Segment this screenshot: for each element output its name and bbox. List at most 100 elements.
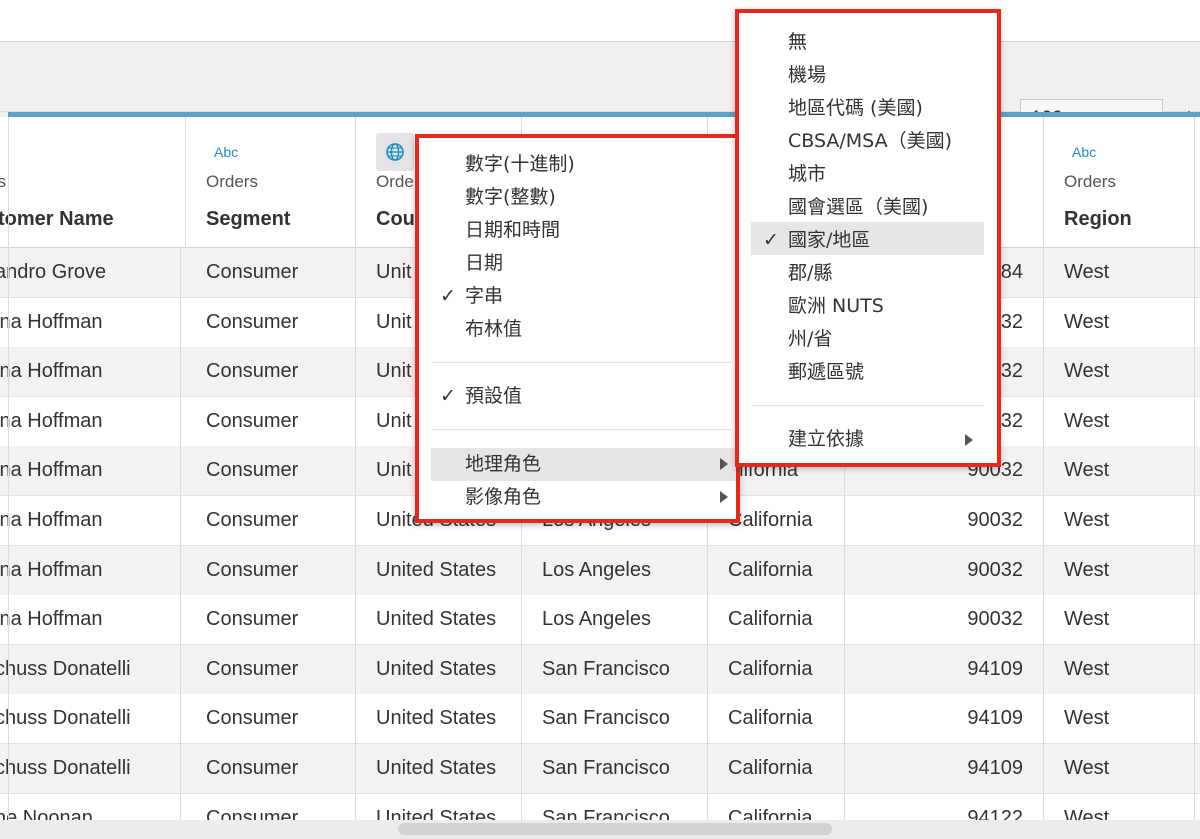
cell-customer-name[interactable]: chuss Donatelli <box>0 744 181 794</box>
cell-region[interactable]: West <box>1044 694 1195 745</box>
string-type-icon[interactable]: Abc <box>1072 144 1096 160</box>
menu-item-label: 日期和時間 <box>465 219 561 241</box>
menu-item-geo-role[interactable]: 機場 <box>788 59 826 91</box>
cell-country[interactable]: United States <box>356 694 522 745</box>
cell-state[interactable]: California <box>708 644 845 695</box>
cell-customer-name[interactable]: ina Hoffman <box>0 545 181 596</box>
cell-segment[interactable]: Consumer <box>186 595 356 646</box>
cell-customer-name[interactable]: chuss Donatelli <box>0 694 181 745</box>
cell-city[interactable]: Los Angeles <box>522 595 708 646</box>
cell-country[interactable]: United States <box>356 644 522 695</box>
menu-item-geo-role[interactable]: 州/省 <box>788 323 832 355</box>
cell-city[interactable]: San Francisco <box>522 744 708 794</box>
menu-item-geo-role[interactable]: 地區代碼 (美國) <box>788 92 923 124</box>
menu-item-label: 國會選區（美國) <box>788 196 929 218</box>
cell-postal-code[interactable]: 90032 <box>845 545 1044 596</box>
globe-icon[interactable] <box>376 133 414 171</box>
check-icon: ✓ <box>440 285 456 307</box>
menu-item-geo-role[interactable]: 歐洲 NUTS <box>788 290 884 322</box>
cell-region[interactable]: West <box>1044 545 1195 596</box>
cell-segment[interactable]: Consumer <box>186 347 356 398</box>
cell-city[interactable]: Los Angeles <box>522 545 708 596</box>
menu-item-geo-role[interactable]: CBSA/MSA（美國) <box>788 125 952 157</box>
table-row[interactable]: chuss Donatelli Consumer United States San … <box>0 744 1200 794</box>
cell-city[interactable]: San Francisco <box>522 694 708 745</box>
menu-item-label: 歐洲 NUTS <box>788 295 884 317</box>
table-row[interactable]: ina HoffmanConsumerUnited StatesLos Ange… <box>0 545 1200 596</box>
menu-item-geo-role[interactable]: 郵遞區號 <box>788 356 864 388</box>
column-header-region[interactable]: Abc Orders Region <box>1044 117 1195 248</box>
menu-item-data-type[interactable]: 數字(十進制) <box>465 148 575 180</box>
cell-region[interactable]: West <box>1044 347 1195 398</box>
cell-region[interactable]: West <box>1044 446 1195 497</box>
cell-country[interactable]: United States <box>356 744 522 794</box>
table-row[interactable]: chuss Donatelli Consumer United States San … <box>0 694 1200 745</box>
cell-customer-name[interactable]: ina Hoffman <box>0 446 181 497</box>
cell-customer-name[interactable]: ina Hoffman <box>0 297 181 348</box>
column-header-customer-name[interactable]: rs tomer Name <box>0 117 186 248</box>
cell-region[interactable]: West <box>1044 248 1195 298</box>
cell-postal-code[interactable]: 94109 <box>845 744 1044 794</box>
cell-segment[interactable]: Consumer <box>186 545 356 596</box>
cell-region[interactable]: West <box>1044 595 1195 646</box>
menu-item-data-type[interactable]: ✓ 字串 <box>440 280 503 312</box>
cell-customer-name[interactable]: ina Hoffman <box>0 496 181 546</box>
top-bar <box>0 0 1200 42</box>
menu-item-geo-role[interactable]: ✓ 國家/地區 <box>763 224 870 256</box>
cell-segment[interactable]: Consumer <box>186 297 356 348</box>
cell-city[interactable]: San Francisco <box>522 644 708 695</box>
cell-segment[interactable]: Consumer <box>186 446 356 497</box>
menu-item-image-role[interactable]: 影像角色 <box>465 481 541 513</box>
cell-region[interactable]: West <box>1044 496 1195 546</box>
cell-state[interactable]: California <box>708 694 845 745</box>
table-row[interactable]: chuss Donatelli Consumer United States San … <box>0 644 1200 695</box>
cell-region[interactable]: West <box>1044 744 1195 794</box>
cell-region[interactable]: West <box>1044 297 1195 348</box>
menu-item-label: 數字(十進制) <box>465 153 575 175</box>
cell-region[interactable]: West <box>1044 396 1195 447</box>
cell-segment[interactable]: Consumer <box>186 396 356 447</box>
cell-postal-code[interactable]: 90032 <box>845 496 1044 546</box>
column-header-segment[interactable]: Abc Orders Segment <box>186 117 356 248</box>
cell-customer-name[interactable]: ina Hoffman <box>0 595 181 646</box>
cell-customer-name[interactable]: chuss Donatelli <box>0 644 181 695</box>
cell-country[interactable]: United States <box>356 595 522 646</box>
column-name: Cou <box>376 208 415 230</box>
column-source: Orde <box>376 172 414 191</box>
cell-segment[interactable]: Consumer <box>186 248 356 298</box>
menu-item-data-type[interactable]: 日期 <box>465 247 503 279</box>
cell-postal-code[interactable]: 94109 <box>845 644 1044 695</box>
cell-region[interactable]: West <box>1044 644 1195 695</box>
menu-item-create-from[interactable]: 建立依據 <box>788 423 864 455</box>
menu-item-label: CBSA/MSA（美國) <box>788 130 952 152</box>
menu-item-geo-role[interactable]: 無 <box>788 26 807 58</box>
cell-customer-name[interactable]: ina Hoffman <box>0 396 181 447</box>
cell-segment[interactable]: Consumer <box>186 694 356 745</box>
cell-segment[interactable]: Consumer <box>186 744 356 794</box>
menu-item-data-type[interactable]: 日期和時間 <box>465 214 560 246</box>
menu-item-data-type[interactable]: 布林值 <box>465 313 522 345</box>
menu-item-geographic-role[interactable]: 地理角色 <box>465 448 541 480</box>
cell-postal-code[interactable]: 94109 <box>845 694 1044 745</box>
cell-country[interactable]: United States <box>356 545 522 596</box>
cell-state[interactable]: California <box>708 744 845 794</box>
cell-customer-name[interactable]: ina Hoffman <box>0 347 181 398</box>
menu-item-label: 布林值 <box>465 318 523 340</box>
menu-item-data-type[interactable]: 數字(整數) <box>465 181 556 213</box>
horizontal-scrollbar[interactable] <box>0 820 1200 839</box>
cell-state[interactable]: California <box>708 545 845 596</box>
cell-postal-code[interactable]: 90032 <box>845 595 1044 646</box>
menu-item-default[interactable]: ✓ 預設值 <box>440 380 522 412</box>
menu-item-geo-role[interactable]: 國會選區（美國) <box>788 191 928 223</box>
cell-segment[interactable]: Consumer <box>186 496 356 546</box>
menu-item-label: 無 <box>788 31 808 53</box>
cell-segment[interactable]: Consumer <box>186 644 356 695</box>
table-row[interactable]: ina HoffmanConsumerUnited StatesLos Ange… <box>0 595 1200 646</box>
menu-item-geo-role[interactable]: 郡/縣 <box>788 257 832 289</box>
menu-item-label: 日期 <box>465 252 504 274</box>
cell-customer-name[interactable]: andro Grove <box>0 248 181 298</box>
scrollbar-thumb[interactable] <box>398 823 832 835</box>
cell-state[interactable]: California <box>708 595 845 646</box>
string-type-icon[interactable]: Abc <box>214 144 238 160</box>
menu-item-geo-role[interactable]: 城市 <box>788 158 826 190</box>
